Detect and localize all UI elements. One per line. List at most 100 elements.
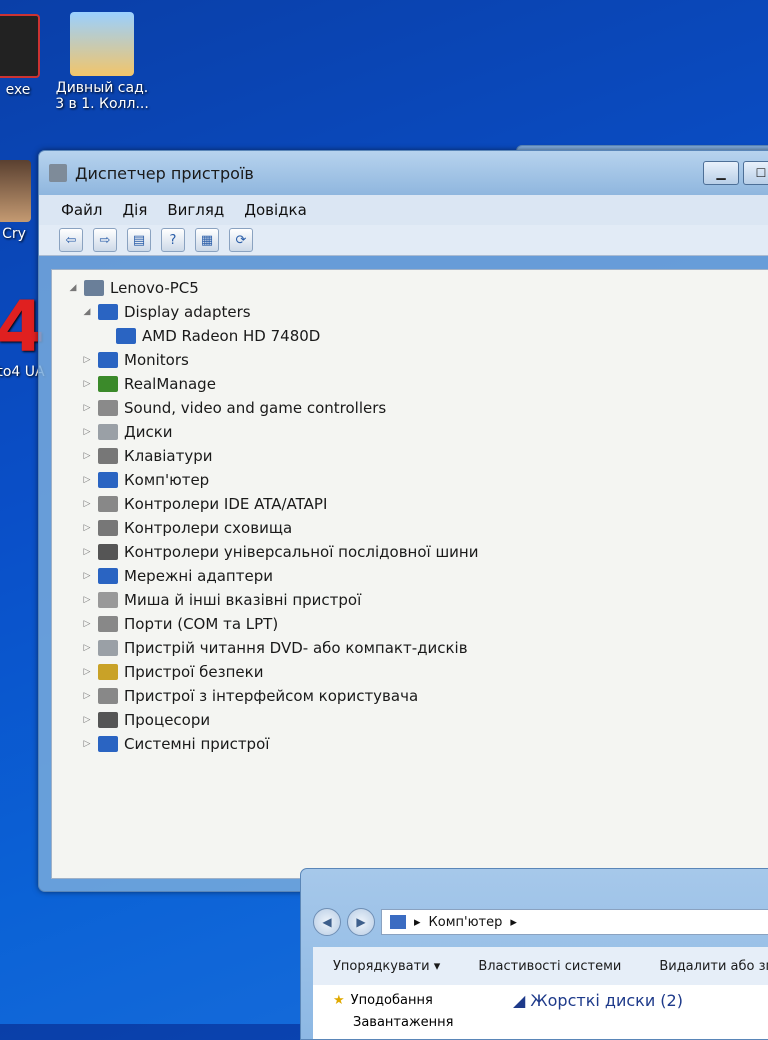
star-icon: ★: [333, 993, 345, 1008]
category-label: Комп'ютер: [124, 471, 210, 489]
breadcrumb-computer[interactable]: Комп'ютер: [429, 915, 503, 930]
maximize-button[interactable]: ☐: [743, 161, 768, 185]
collapsed-arrow-icon[interactable]: ▷: [80, 571, 94, 581]
category-label: Системні пристрої: [124, 735, 270, 753]
collapsed-arrow-icon[interactable]: ▷: [80, 643, 94, 653]
title-bar[interactable]: Диспетчер пристроїв ▁ ☐: [39, 151, 768, 195]
favorites-item[interactable]: ★ Уподобання: [333, 993, 433, 1008]
tree-category[interactable]: ▷ Комп'ютер: [52, 468, 768, 492]
collapsed-arrow-icon[interactable]: ▷: [80, 379, 94, 389]
category-label: Мережні адаптери: [124, 567, 273, 585]
tree-category[interactable]: ▷ Пристрій читання DVD- або компакт-дискі…: [52, 636, 768, 660]
organize-label: Упорядкувати: [333, 958, 430, 974]
dropdown-arrow-icon: ▾: [433, 958, 441, 974]
console-tree-button[interactable]: ▤: [127, 228, 151, 252]
tree-category[interactable]: ▷ Контролери універсальної послідовної ши…: [52, 540, 768, 564]
menu-action[interactable]: Дія: [122, 201, 147, 219]
collapsed-arrow-icon[interactable]: ▷: [80, 619, 94, 629]
desktop-icon-cry[interactable]: Cry: [0, 160, 34, 242]
category-label: Клавіатури: [124, 447, 213, 465]
game-garden-icon: [70, 12, 134, 76]
tree-category[interactable]: ▷ Контролери сховища: [52, 516, 768, 540]
collapsed-arrow-icon[interactable]: ▷: [80, 667, 94, 677]
tree-category[interactable]: ▷ Процесори: [52, 708, 768, 732]
disk-icon: [98, 424, 118, 440]
nav-forward-button[interactable]: ▶: [347, 908, 375, 936]
collapsed-arrow-icon[interactable]: ▷: [80, 427, 94, 437]
downloads-item[interactable]: Завантаження: [353, 1015, 454, 1030]
tree-category[interactable]: ▷ Клавіатури: [52, 444, 768, 468]
properties-icon: ▦: [200, 232, 214, 248]
category-label: Пристрій читання DVD- або компакт-дисків: [124, 639, 468, 657]
nav-back-icon: ◀: [322, 915, 332, 929]
menu-view[interactable]: Вигляд: [167, 201, 224, 219]
nav-back-button[interactable]: ◀: [313, 908, 341, 936]
help-button[interactable]: ?: [161, 228, 185, 252]
display-adapter-icon: [98, 304, 118, 320]
processor-icon: [98, 712, 118, 728]
collapsed-arrow-icon[interactable]: ▷: [80, 523, 94, 533]
category-label: Display adapters: [124, 303, 251, 321]
scan-hardware-button[interactable]: ⟳: [229, 228, 253, 252]
category-label: Порти (COM та LPT): [124, 615, 279, 633]
system-properties-button[interactable]: Властивості системи: [478, 959, 621, 974]
tree-category[interactable]: ▷ Пристрої з інтерфейсом користувача: [52, 684, 768, 708]
address-bar[interactable]: ▸ Комп'ютер ▸: [381, 909, 768, 935]
collapsed-arrow-icon[interactable]: ▷: [80, 355, 94, 365]
organize-button[interactable]: Упорядкувати ▾: [333, 959, 440, 974]
maximize-icon: ☐: [755, 166, 767, 180]
tree-category[interactable]: ▷ RealManage: [52, 372, 768, 396]
tree-device[interactable]: AMD Radeon HD 7480D: [52, 324, 768, 348]
favorites-label: Уподобання: [350, 993, 433, 1008]
desktop-icon-exe[interactable]: exe: [0, 14, 48, 98]
tree-category[interactable]: ▷ Порти (COM та LPT): [52, 612, 768, 636]
tree-category[interactable]: ▷ Системні пристрої: [52, 732, 768, 756]
menu-file[interactable]: Файл: [61, 201, 102, 219]
collapsed-arrow-icon[interactable]: ▷: [80, 739, 94, 749]
category-label: Monitors: [124, 351, 189, 369]
explorer-content: ★ Уподобання Завантаження ◢ Жорсткі диск…: [313, 985, 768, 1039]
game-cry-icon: [0, 160, 31, 222]
command-bar: Упорядкувати ▾ Властивості системи Видал…: [313, 947, 768, 985]
tree-category[interactable]: ▷ Миша й інші вказівні пристрої: [52, 588, 768, 612]
tree-category[interactable]: ▷ Мережні адаптери: [52, 564, 768, 588]
speaker-icon: [98, 400, 118, 416]
desktop-icon-label: Дивный сад. 3 в 1. Колл...: [55, 80, 149, 112]
explorer-window: ◀ ▶ ▸ Комп'ютер ▸ Упорядкувати ▾ Властив…: [300, 868, 768, 1040]
collapsed-arrow-icon[interactable]: ▷: [80, 547, 94, 557]
desktop-icon-garden[interactable]: Дивный сад. 3 в 1. Колл...: [52, 12, 152, 112]
window-controls: ▁ ☐: [703, 161, 768, 185]
tree-category[interactable]: ▷ Пристрої безпеки: [52, 660, 768, 684]
collapsed-arrow-icon[interactable]: ▷: [80, 499, 94, 509]
computer-icon: [84, 280, 104, 296]
collapsed-arrow-icon[interactable]: ▷: [80, 403, 94, 413]
collapsed-arrow-icon[interactable]: ▷: [80, 691, 94, 701]
properties-button[interactable]: ▦: [195, 228, 219, 252]
back-button[interactable]: ⇦: [59, 228, 83, 252]
tree-category[interactable]: ▷ Sound, video and game controllers: [52, 396, 768, 420]
category-label: Sound, video and game controllers: [124, 399, 387, 417]
device-label: AMD Radeon HD 7480D: [142, 327, 321, 345]
tree-category[interactable]: ◢ Display adapters: [52, 300, 768, 324]
collapsed-arrow-icon[interactable]: ▷: [80, 475, 94, 485]
hard-drives-group[interactable]: ◢ Жорсткі диски (2): [513, 991, 683, 1010]
uninstall-program-button[interactable]: Видалити або змі: [659, 959, 768, 974]
toolbar: ⇦ ⇨ ▤ ? ▦ ⟳: [39, 225, 768, 256]
menu-help[interactable]: Довідка: [244, 201, 307, 219]
tree-category[interactable]: ▷ Диски: [52, 420, 768, 444]
minimize-button[interactable]: ▁: [703, 161, 739, 185]
expanded-arrow-icon[interactable]: ◢: [66, 283, 80, 293]
forward-button[interactable]: ⇨: [93, 228, 117, 252]
tree-category[interactable]: ▷ Контролери IDE ATA/ATAPI: [52, 492, 768, 516]
dvd-icon: [98, 640, 118, 656]
hard-drives-label: Жорсткі диски (2): [530, 991, 683, 1010]
breadcrumb-arrow-icon[interactable]: ▸: [510, 915, 517, 930]
collapsed-arrow-icon[interactable]: ▷: [80, 715, 94, 725]
tree-category[interactable]: ▷ Monitors: [52, 348, 768, 372]
collapsed-arrow-icon[interactable]: ▷: [80, 595, 94, 605]
collapsed-arrow-icon[interactable]: ▷: [80, 451, 94, 461]
exe-icon: [0, 14, 40, 78]
system-device-icon: [98, 736, 118, 752]
expanded-arrow-icon[interactable]: ◢: [80, 307, 94, 317]
tree-root[interactable]: ◢ Lenovo-PC5: [52, 276, 768, 300]
